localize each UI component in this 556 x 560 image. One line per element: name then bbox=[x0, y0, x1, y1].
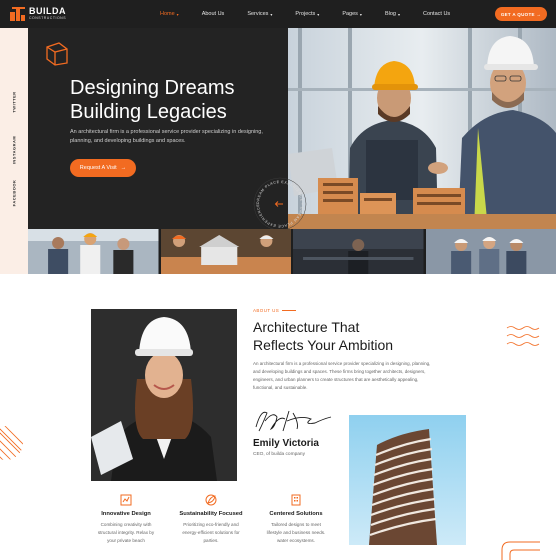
logo-name: BUILDA bbox=[29, 6, 66, 17]
curved-building-image bbox=[349, 415, 466, 545]
nav-projects[interactable]: Projects ▾ bbox=[295, 11, 319, 17]
leaf-icon bbox=[205, 494, 217, 506]
site-header: BUILDA CONSTRUCTIONS Home ▾ About Us Serv… bbox=[0, 0, 556, 28]
feature-description: Prioritizing eco-friendly and energy-effi… bbox=[182, 522, 240, 543]
feature-description: Combining creativity with structural inte… bbox=[97, 522, 155, 543]
feature-innovative-design: Innovative Design Combining creativity w… bbox=[81, 493, 171, 545]
chevron-down-icon: ▾ bbox=[270, 11, 273, 17]
social-link-twitter[interactable]: TWITTER bbox=[12, 91, 17, 112]
chevron-down-icon: ▾ bbox=[397, 11, 400, 17]
wave-decoration-icon bbox=[506, 326, 540, 346]
thumbnail-dark-office[interactable] bbox=[293, 229, 424, 274]
nav-pages[interactable]: Pages ▾ bbox=[342, 11, 362, 17]
main-nav: Home ▾ About Us Services ▾ Projects ▾ Pages… bbox=[160, 0, 473, 28]
request-a-visit-button[interactable]: Request A Visit → bbox=[70, 159, 136, 177]
social-link-facebook[interactable]: FACEBOOK bbox=[12, 180, 17, 207]
social-link-instagram[interactable]: INSTAGRAM bbox=[12, 136, 17, 164]
nav-blog[interactable]: Blog ▾ bbox=[385, 11, 400, 17]
arrow-left-icon bbox=[274, 201, 283, 207]
blueprint-icon bbox=[120, 494, 132, 506]
ceo-portrait-image bbox=[91, 309, 237, 481]
experience-badge[interactable]: DREAM PLACE EXPERIENCE • DREAM PLACE EXP… bbox=[252, 176, 308, 232]
thumbnail-engineers-group[interactable] bbox=[425, 229, 556, 274]
hero-title: Designing Dreams Building Legacies bbox=[70, 77, 235, 123]
striped-circle-decoration-icon bbox=[0, 426, 23, 460]
about-description: An architectural firm is a professional … bbox=[253, 361, 431, 390]
about-title: Architecture That Reflects Your Ambition bbox=[253, 319, 394, 353]
building-icon bbox=[291, 494, 301, 506]
feature-title: Sustainability Focused bbox=[179, 511, 243, 517]
nav-home[interactable]: Home ▾ bbox=[160, 11, 179, 17]
corner-decoration-icon bbox=[501, 541, 540, 560]
chevron-down-icon: ▾ bbox=[359, 11, 362, 17]
cube-outline-icon bbox=[46, 42, 68, 66]
feature-sustainability-focused: Sustainability Focused Prioritizing eco-… bbox=[166, 493, 256, 545]
hero-description: An architectural firm is a professional … bbox=[70, 129, 263, 144]
nav-contact-us[interactable]: Contact Us bbox=[423, 11, 450, 17]
ceo-role: CEO, of builda company bbox=[253, 452, 305, 457]
feature-description: Tailored designs to meet lifestyle and bu… bbox=[266, 522, 326, 543]
feature-title: Innovative Design bbox=[101, 511, 151, 517]
feature-centered-solutions: Centered Solutions Tailored designs to m… bbox=[251, 493, 341, 545]
signature-image bbox=[255, 410, 332, 432]
ceo-name: Emily Victoria bbox=[253, 438, 319, 449]
chevron-down-icon: ▾ bbox=[317, 11, 320, 17]
thumbnail-team-meeting[interactable] bbox=[28, 229, 159, 274]
nav-services[interactable]: Services ▾ bbox=[247, 11, 272, 17]
hero-architects-image bbox=[288, 28, 556, 229]
hero-section: TWITTER INSTAGRAM FACEBOOK Designing Dre… bbox=[0, 28, 556, 274]
chevron-down-icon: ▾ bbox=[176, 11, 179, 17]
project-thumbnails bbox=[28, 229, 556, 274]
get-a-quote-button[interactable]: GET A QUOTE → bbox=[495, 7, 547, 21]
nav-about-us[interactable]: About Us bbox=[202, 11, 225, 17]
about-eyebrow: ABOUT US bbox=[253, 308, 296, 313]
social-sidebar: TWITTER INSTAGRAM FACEBOOK bbox=[0, 28, 28, 274]
arrow-right-icon: → bbox=[120, 165, 127, 171]
logo-crane-icon bbox=[10, 7, 25, 21]
logo-tagline: CONSTRUCTIONS bbox=[29, 16, 67, 21]
logo[interactable]: BUILDA CONSTRUCTIONS bbox=[10, 6, 66, 22]
arrow-right-icon: → bbox=[536, 11, 542, 17]
thumbnail-model-review[interactable] bbox=[160, 229, 291, 274]
feature-title: Centered Solutions bbox=[269, 511, 323, 517]
